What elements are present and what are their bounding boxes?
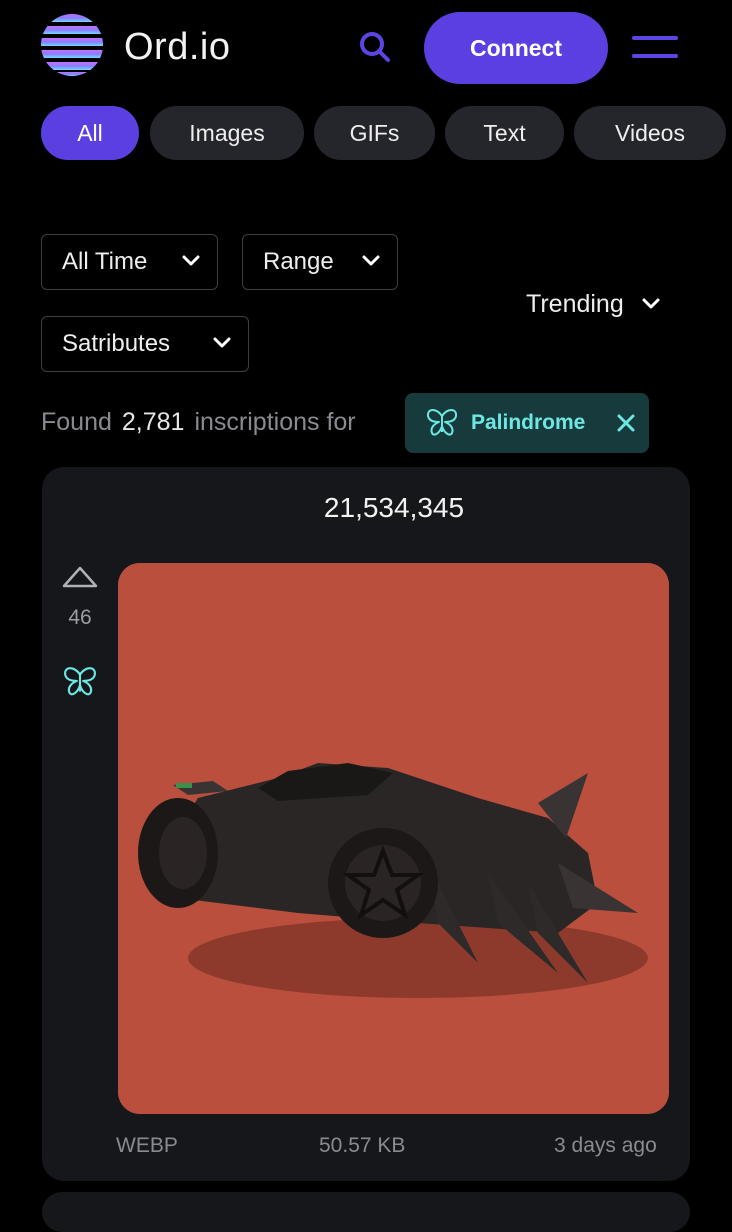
satributes-dropdown-label: Satributes: [62, 330, 171, 357]
car-artwork-image: [118, 563, 669, 1114]
search-button[interactable]: [354, 26, 396, 68]
filter-pill-all[interactable]: All: [41, 106, 139, 160]
inscription-image[interactable]: [118, 563, 669, 1114]
results-suffix: inscriptions for: [194, 407, 356, 436]
time-dropdown-label: All Time: [62, 248, 148, 275]
file-size: 50.57 KB: [319, 1134, 406, 1157]
chevron-down-icon: [213, 337, 231, 348]
sort-dropdown-label: Trending: [526, 289, 624, 318]
chevron-down-icon: [642, 298, 660, 309]
next-inscription-card[interactable]: [42, 1192, 690, 1232]
time-dropdown[interactable]: All Time: [41, 234, 218, 290]
chevron-down-icon: [362, 255, 380, 266]
range-dropdown[interactable]: Range: [242, 234, 398, 290]
found-label: Found: [41, 407, 112, 436]
hamburger-menu-icon[interactable]: [628, 30, 682, 66]
vote-count: 46: [68, 606, 92, 629]
connect-button[interactable]: Connect: [424, 12, 608, 84]
butterfly-icon: [64, 667, 96, 696]
filter-pill-videos[interactable]: Videos: [574, 106, 726, 160]
ord-logo-icon[interactable]: [41, 14, 103, 76]
inscription-number[interactable]: 21,534,345: [42, 492, 732, 524]
upvote-icon[interactable]: [60, 562, 100, 592]
filter-pill-gifs[interactable]: GIFs: [314, 106, 435, 160]
butterfly-icon: [426, 409, 458, 436]
file-format: WEBP: [116, 1134, 178, 1157]
range-dropdown-label: Range: [263, 248, 334, 275]
search-icon: [360, 32, 390, 62]
sort-dropdown[interactable]: Trending: [520, 282, 680, 326]
filter-pill-images[interactable]: Images: [150, 106, 304, 160]
results-count: 2,781: [121, 407, 185, 436]
tag-label: Palindrome: [471, 411, 586, 434]
satributes-dropdown[interactable]: Satributes: [41, 316, 249, 372]
chevron-down-icon: [182, 255, 200, 266]
palindrome-filter-tag[interactable]: Palindrome: [405, 393, 649, 453]
close-icon[interactable]: [616, 413, 636, 433]
inscription-age: 3 days ago: [554, 1134, 657, 1157]
results-summary: Found 2,781 inscriptions for: [41, 402, 356, 442]
logo-text[interactable]: Ord.io: [124, 22, 230, 72]
filter-pill-text[interactable]: Text: [445, 106, 564, 160]
